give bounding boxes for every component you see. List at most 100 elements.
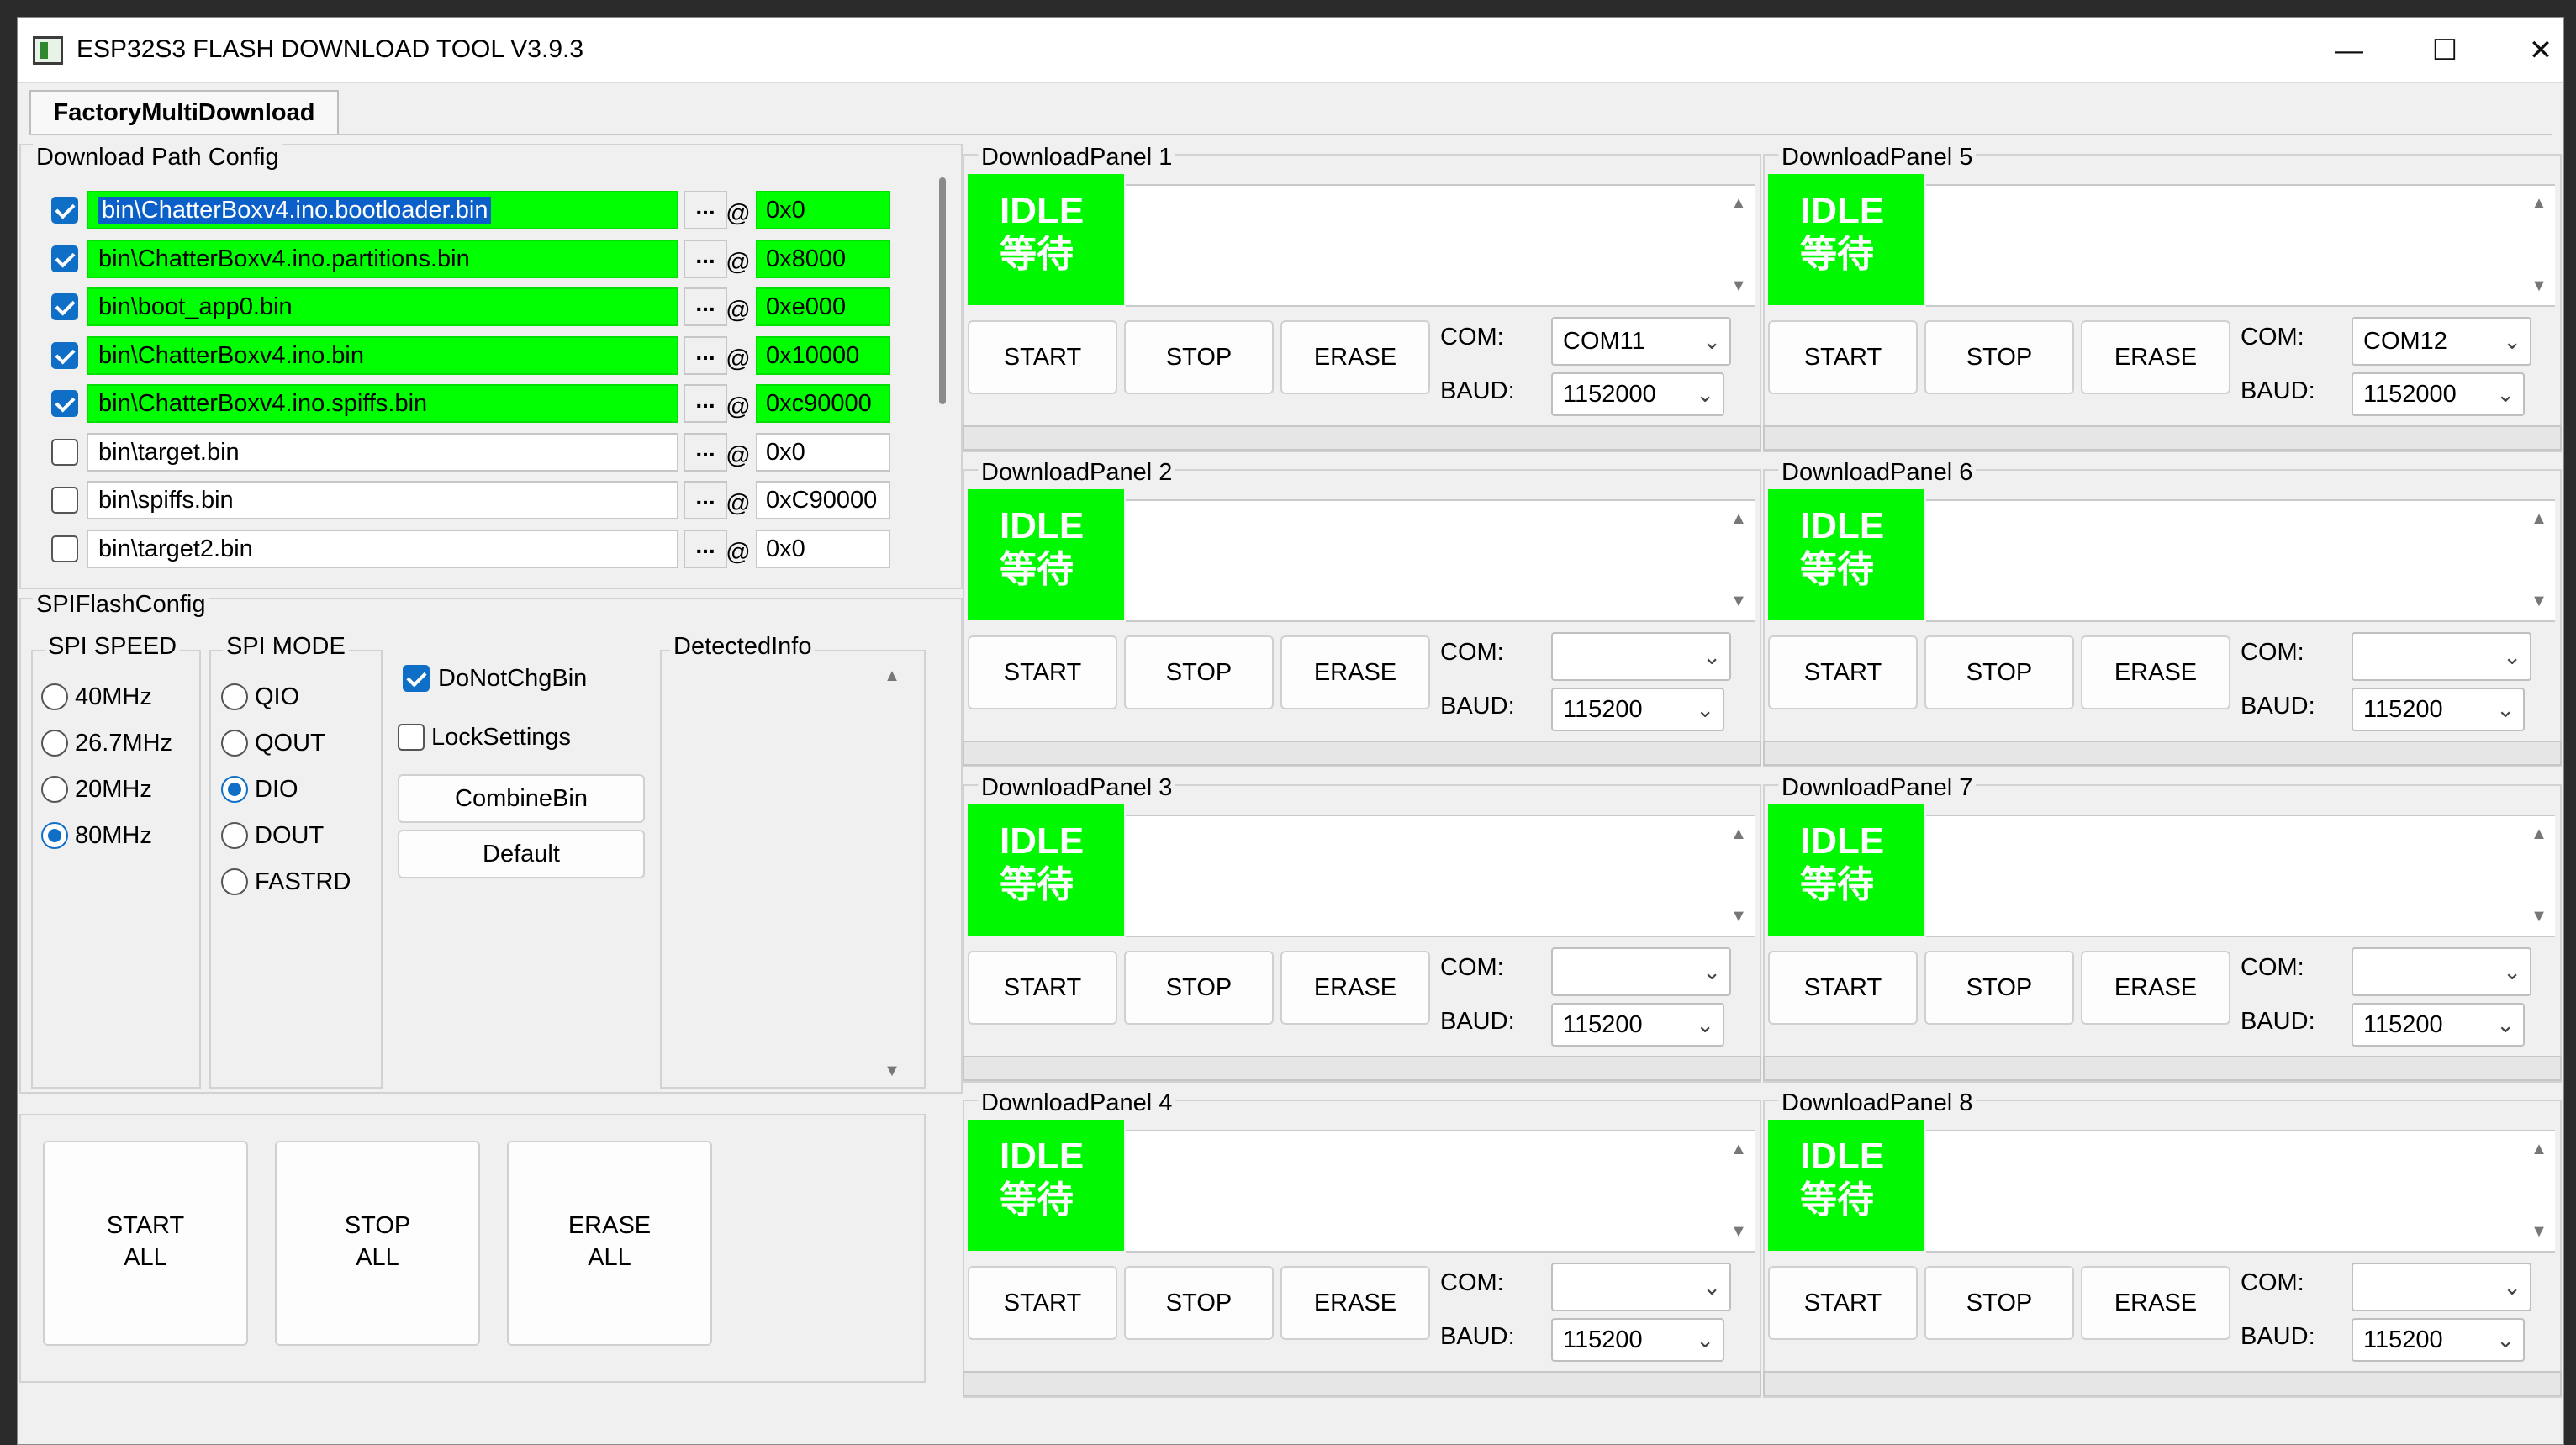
spi-speed-radio[interactable]: [41, 822, 68, 849]
spi-mode-radio[interactable]: [221, 730, 248, 757]
erase-button[interactable]: ERASE: [2081, 320, 2230, 394]
stop-button[interactable]: STOP: [1924, 635, 2074, 709]
erase-button[interactable]: ERASE: [1280, 320, 1430, 394]
start-button[interactable]: START: [968, 320, 1117, 394]
baud-rate-select[interactable]: 1152000 ⌄: [1551, 372, 1724, 416]
stop-button[interactable]: STOP: [1124, 1266, 1274, 1340]
scroll-down-arrow-icon[interactable]: ▼: [879, 1060, 905, 1082]
address-input[interactable]: 0x0: [756, 191, 890, 229]
baud-rate-select[interactable]: 115200 ⌄: [1551, 1318, 1724, 1362]
path-input[interactable]: bin\ChatterBoxv4.ino.spiffs.bin: [87, 384, 678, 423]
path-enable-checkbox[interactable]: [51, 245, 78, 272]
path-enable-checkbox[interactable]: [51, 390, 78, 417]
spi-mode-radio[interactable]: [221, 868, 248, 895]
com-port-select[interactable]: ⌄: [1551, 1263, 1731, 1311]
path-list-scrollbar[interactable]: [939, 177, 946, 404]
spi-speed-radio[interactable]: [41, 683, 68, 710]
tab-factory-multi-download[interactable]: FactoryMultiDownload: [29, 90, 339, 134]
com-port-select[interactable]: ⌄: [2352, 947, 2531, 996]
com-port-select[interactable]: ⌄: [2352, 1263, 2531, 1311]
start-button[interactable]: START: [968, 635, 1117, 709]
scroll-down-arrow-icon[interactable]: ▼: [1726, 1221, 1751, 1242]
stop-button[interactable]: STOP: [1124, 635, 1274, 709]
erase-button[interactable]: ERASE: [2081, 635, 2230, 709]
spi-mode-radio[interactable]: [221, 683, 248, 710]
address-input[interactable]: 0xC90000: [756, 481, 890, 519]
com-port-select[interactable]: ⌄: [1551, 632, 1731, 681]
scroll-down-arrow-icon[interactable]: ▼: [2526, 1221, 2552, 1242]
path-enable-checkbox[interactable]: [51, 197, 78, 224]
start-button[interactable]: START: [1768, 1266, 1918, 1340]
start-button[interactable]: START: [968, 951, 1117, 1025]
start-all-button[interactable]: START ALL: [43, 1141, 248, 1346]
scroll-down-arrow-icon[interactable]: ▼: [2526, 275, 2552, 297]
stop-all-button[interactable]: STOP ALL: [275, 1141, 480, 1346]
path-input[interactable]: bin\target2.bin: [87, 529, 678, 568]
browse-button[interactable]: ...: [684, 529, 727, 568]
scroll-up-arrow-icon[interactable]: ▲: [2526, 192, 2552, 214]
scroll-up-arrow-icon[interactable]: ▲: [2526, 508, 2552, 530]
browse-button[interactable]: ...: [684, 335, 727, 375]
scroll-down-arrow-icon[interactable]: ▼: [2526, 590, 2552, 612]
title-bar[interactable]: ESP32S3 FLASH DOWNLOAD TOOL V3.9.3 — ☐ ✕: [18, 18, 2563, 83]
stop-button[interactable]: STOP: [1124, 951, 1274, 1025]
spi-speed-radio[interactable]: [41, 776, 68, 803]
stop-button[interactable]: STOP: [1124, 320, 1274, 394]
scroll-up-arrow-icon[interactable]: ▲: [1726, 192, 1751, 214]
path-input[interactable]: bin\target.bin: [87, 432, 678, 472]
spi-mode-radio[interactable]: [221, 776, 248, 803]
browse-button[interactable]: ...: [684, 191, 727, 229]
address-input[interactable]: 0x0: [756, 529, 890, 568]
browse-button[interactable]: ...: [684, 481, 727, 519]
erase-button[interactable]: ERASE: [1280, 1266, 1430, 1340]
start-button[interactable]: START: [1768, 635, 1918, 709]
browse-button[interactable]: ...: [684, 432, 727, 472]
scroll-up-arrow-icon[interactable]: ▲: [1726, 508, 1751, 530]
minimize-button[interactable]: —: [2301, 18, 2397, 83]
path-input[interactable]: bin\spiffs.bin: [87, 481, 678, 519]
scroll-down-arrow-icon[interactable]: ▼: [2526, 905, 2552, 927]
path-enable-checkbox[interactable]: [51, 535, 78, 562]
scroll-down-arrow-icon[interactable]: ▼: [1726, 590, 1751, 612]
path-input[interactable]: bin\ChatterBoxv4.ino.bootloader.bin: [87, 191, 678, 229]
path-input[interactable]: bin\ChatterBoxv4.ino.partitions.bin: [87, 239, 678, 278]
spi-speed-radio[interactable]: [41, 730, 68, 757]
baud-rate-select[interactable]: 115200 ⌄: [2352, 688, 2525, 731]
scroll-down-arrow-icon[interactable]: ▼: [1726, 905, 1751, 927]
erase-all-button[interactable]: ERASE ALL: [507, 1141, 712, 1346]
address-input[interactable]: 0x0: [756, 432, 890, 472]
scroll-down-arrow-icon[interactable]: ▼: [1726, 275, 1751, 297]
address-input[interactable]: 0x10000: [756, 335, 890, 375]
path-input[interactable]: bin\boot_app0.bin: [87, 287, 678, 326]
com-port-select[interactable]: COM11 ⌄: [1551, 317, 1731, 366]
erase-button[interactable]: ERASE: [1280, 951, 1430, 1025]
address-input[interactable]: 0x8000: [756, 239, 890, 278]
address-input[interactable]: 0xc90000: [756, 384, 890, 423]
scroll-up-arrow-icon[interactable]: ▲: [1726, 1138, 1751, 1160]
erase-button[interactable]: ERASE: [1280, 635, 1430, 709]
erase-button[interactable]: ERASE: [2081, 951, 2230, 1025]
path-enable-checkbox[interactable]: [51, 293, 78, 320]
baud-rate-select[interactable]: 115200 ⌄: [2352, 1003, 2525, 1047]
scroll-up-arrow-icon[interactable]: ▲: [2526, 1138, 2552, 1160]
com-port-select[interactable]: ⌄: [1551, 947, 1731, 996]
browse-button[interactable]: ...: [684, 384, 727, 423]
stop-button[interactable]: STOP: [1924, 1266, 2074, 1340]
default-button[interactable]: Default: [398, 830, 645, 878]
maximize-button[interactable]: ☐: [2397, 18, 2493, 83]
address-input[interactable]: 0xe000: [756, 287, 890, 326]
scroll-up-arrow-icon[interactable]: ▲: [1726, 823, 1751, 845]
path-enable-checkbox[interactable]: [51, 487, 78, 514]
spi-mode-radio[interactable]: [221, 822, 248, 849]
path-input[interactable]: bin\ChatterBoxv4.ino.bin: [87, 335, 678, 375]
do-not-chg-bin-checkbox[interactable]: [403, 665, 430, 692]
browse-button[interactable]: ...: [684, 287, 727, 326]
com-port-select[interactable]: ⌄: [2352, 632, 2531, 681]
baud-rate-select[interactable]: 115200 ⌄: [1551, 688, 1724, 731]
close-button[interactable]: ✕: [2493, 18, 2576, 83]
baud-rate-select[interactable]: 1152000 ⌄: [2352, 372, 2525, 416]
baud-rate-select[interactable]: 115200 ⌄: [2352, 1318, 2525, 1362]
baud-rate-select[interactable]: 115200 ⌄: [1551, 1003, 1724, 1047]
stop-button[interactable]: STOP: [1924, 320, 2074, 394]
path-enable-checkbox[interactable]: [51, 438, 78, 466]
